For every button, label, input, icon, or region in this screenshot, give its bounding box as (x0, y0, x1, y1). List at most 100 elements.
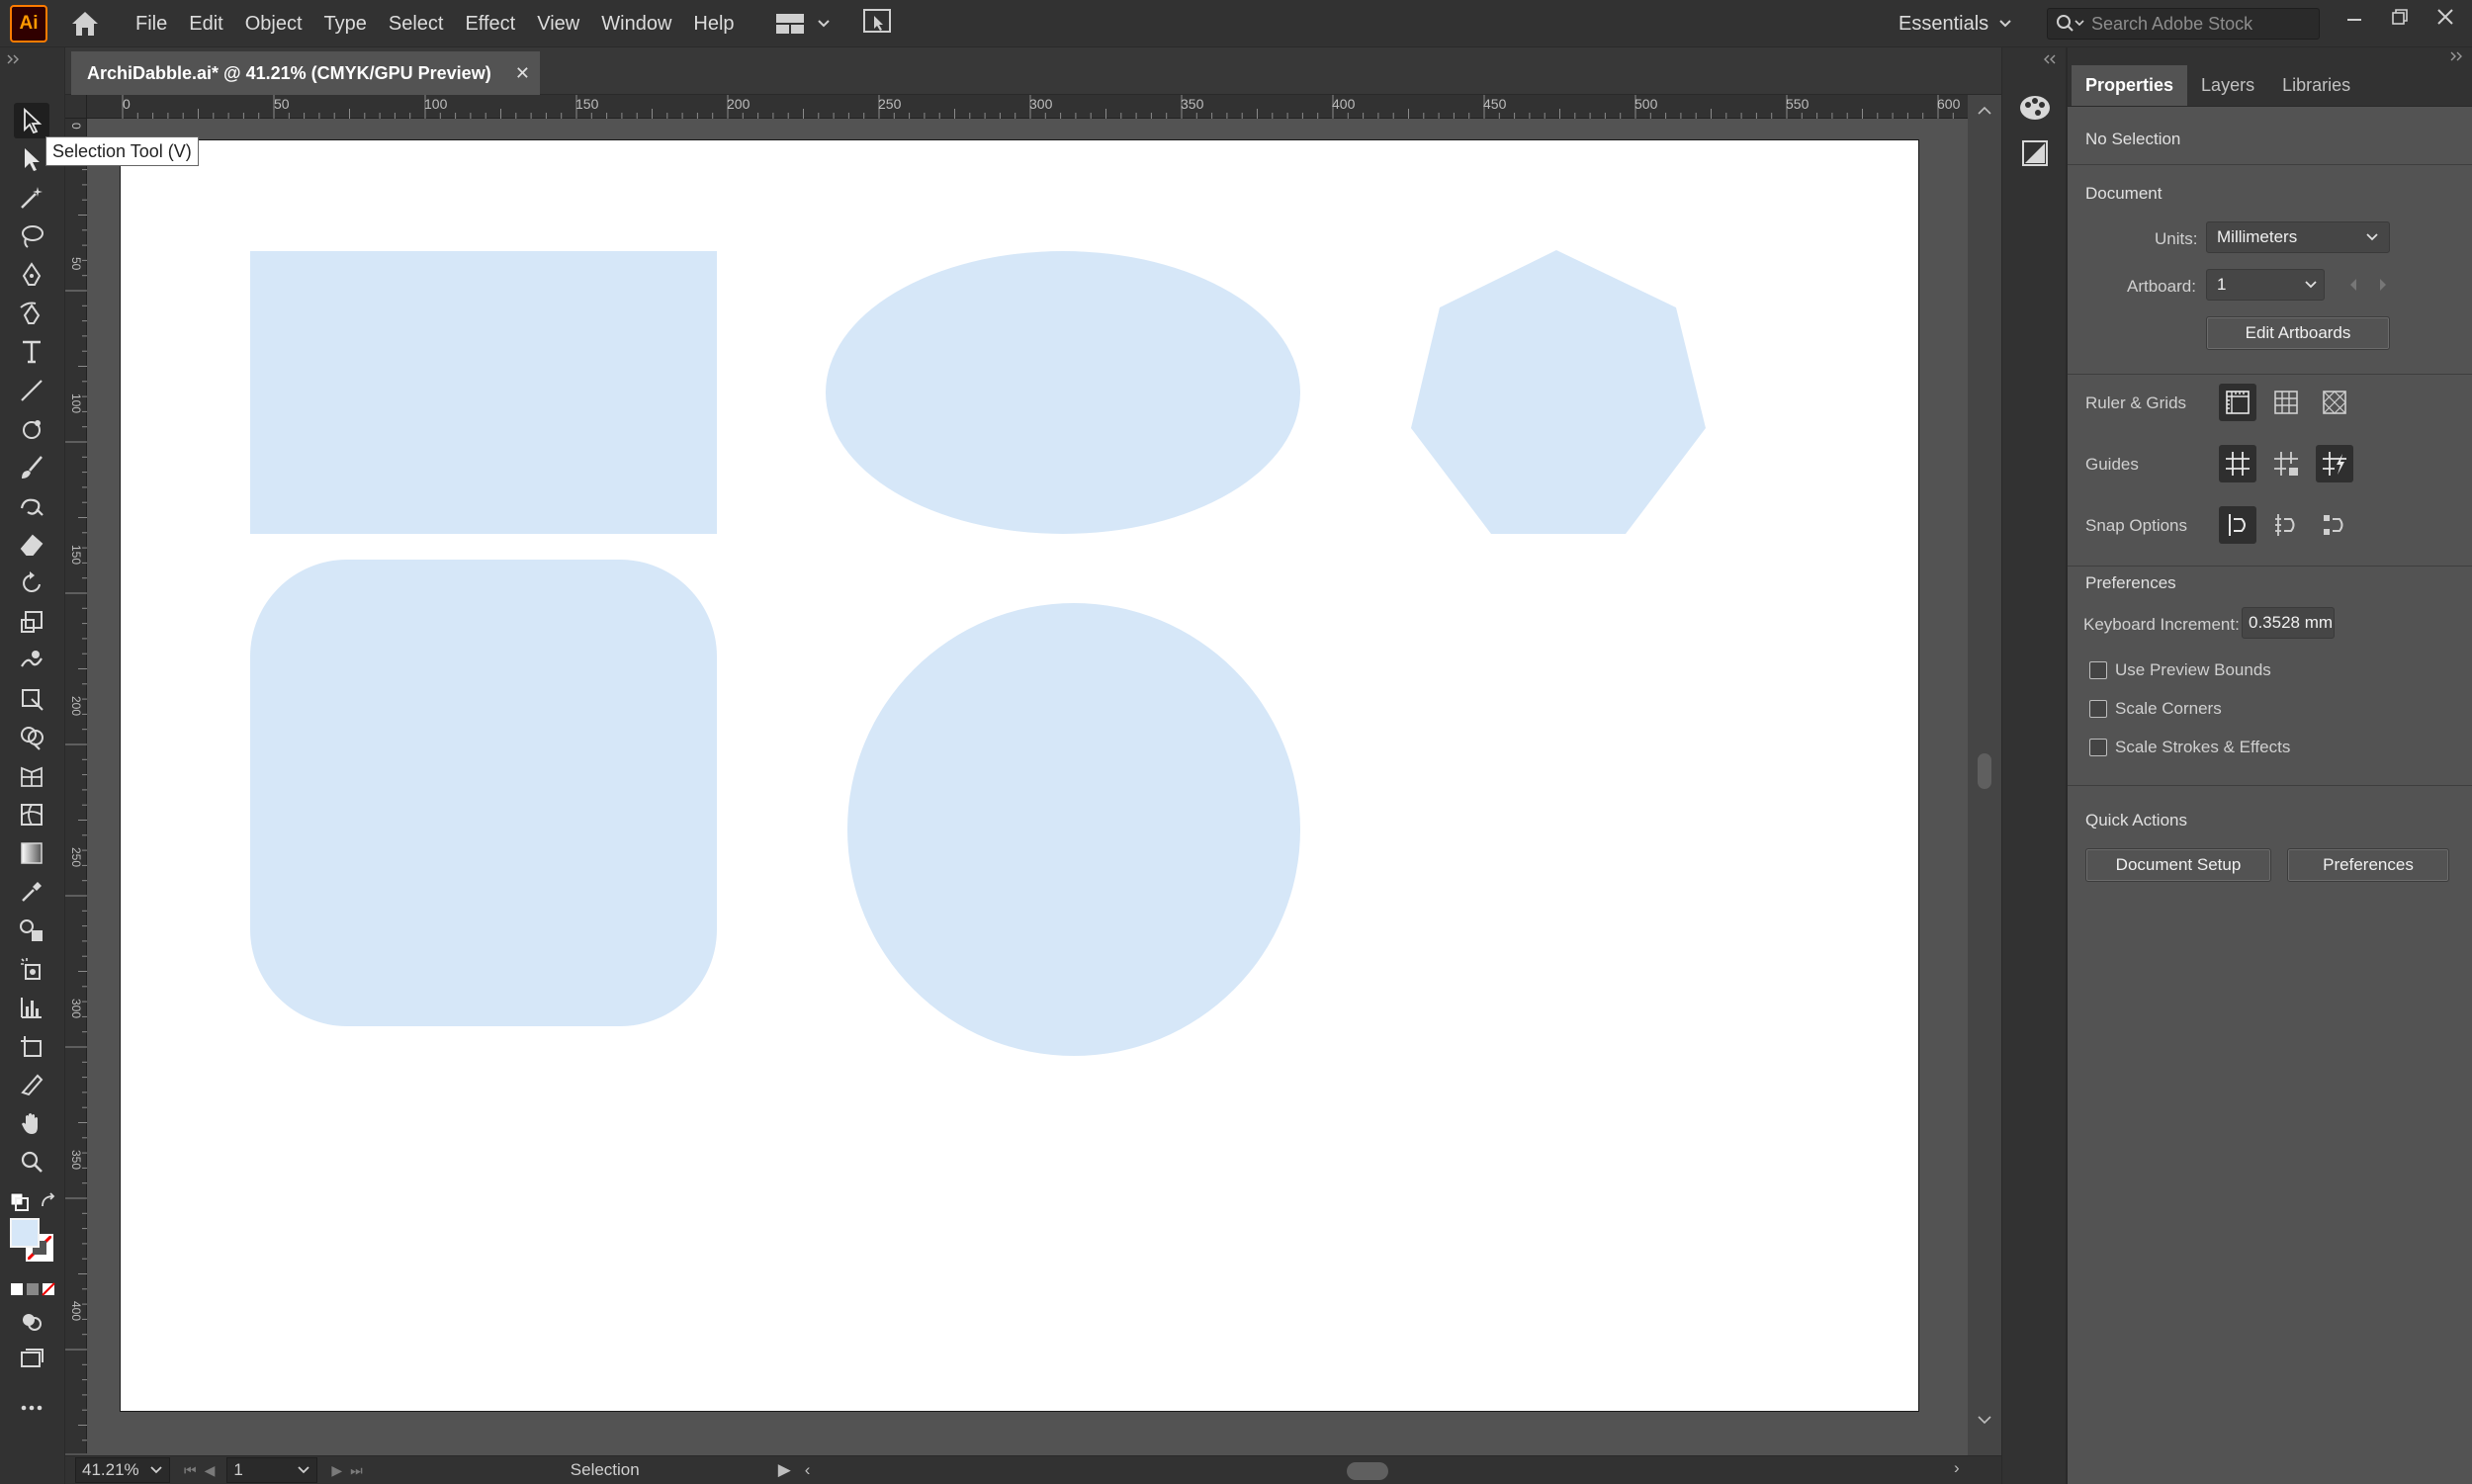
menu-type[interactable]: Type (313, 0, 378, 47)
grid-toggle[interactable] (2267, 384, 2305, 421)
keyboard-increment-input[interactable]: 0.3528 mm (2242, 607, 2335, 639)
default-fill-stroke-icon[interactable] (10, 1192, 30, 1217)
restore-button[interactable] (2377, 0, 2423, 34)
use-preview-bounds-checkbox[interactable] (2089, 661, 2107, 679)
snap-to-point-toggle[interactable] (2219, 506, 2256, 544)
artboard-navigation-field[interactable]: 1 (226, 1457, 318, 1483)
scale-strokes-effects-checkbox[interactable] (2089, 739, 2107, 756)
slice-tool[interactable] (14, 1067, 49, 1102)
rectangle-shape[interactable] (250, 251, 717, 534)
gpu-performance-button[interactable] (862, 7, 892, 40)
menu-file[interactable]: File (125, 0, 178, 47)
screen-mode-tool[interactable] (14, 1341, 49, 1376)
ellipse-shape[interactable] (826, 251, 1300, 534)
search-stock-field[interactable] (2047, 8, 2320, 40)
first-artboard-icon[interactable]: ⏮ (184, 1462, 197, 1479)
scroll-right-icon[interactable]: › (1954, 1458, 1960, 1478)
minimize-button[interactable] (2332, 0, 2377, 34)
selection-tool[interactable] (14, 103, 49, 138)
previous-artboard-icon[interactable]: ◀ (205, 1462, 216, 1479)
close-tab-icon[interactable]: ✕ (515, 63, 530, 84)
tab-properties[interactable]: Properties (2072, 65, 2188, 106)
gradient-tool[interactable] (14, 835, 49, 871)
smart-guides-toggle[interactable] (2316, 445, 2353, 482)
scale-tool[interactable] (14, 604, 49, 640)
document-tab[interactable]: ArchiDabble.ai* @ 41.21% (CMYK/GPU Previ… (71, 51, 540, 95)
snap-to-pixel-toggle[interactable] (2316, 506, 2353, 544)
units-dropdown[interactable]: Millimeters (2206, 221, 2390, 253)
color-mode-icons[interactable] (10, 1281, 57, 1302)
previous-artboard-icon[interactable] (2346, 277, 2360, 293)
menu-select[interactable]: Select (378, 0, 455, 47)
rotate-tool[interactable] (14, 566, 49, 601)
magic-wand-tool[interactable] (14, 180, 49, 216)
next-artboard-icon[interactable] (2376, 277, 2390, 293)
menu-view[interactable]: View (526, 0, 590, 47)
hand-tool[interactable] (14, 1105, 49, 1141)
eyedropper-tool[interactable] (14, 874, 49, 910)
document-canvas[interactable] (87, 119, 1968, 1455)
search-stock-input[interactable] (2091, 13, 2309, 35)
rulers-toggle[interactable] (2219, 384, 2256, 421)
image-trace-icon[interactable] (2016, 134, 2054, 172)
fill-swatch[interactable] (10, 1218, 40, 1248)
drawing-mode-tool[interactable] (14, 1303, 49, 1339)
fill-stroke-swatch[interactable] (10, 1218, 55, 1264)
close-window-button[interactable] (2423, 0, 2468, 34)
scroll-left-icon[interactable]: ‹ (805, 1460, 811, 1480)
menu-effect[interactable]: Effect (454, 0, 526, 47)
column-graph-tool[interactable] (14, 990, 49, 1025)
menu-object[interactable]: Object (234, 0, 313, 47)
snap-to-grid-toggle[interactable] (2267, 506, 2305, 544)
next-artboard-icon[interactable]: ▶ (331, 1462, 342, 1479)
color-themes-icon[interactable] (2016, 89, 2054, 127)
workspace-switcher[interactable]: Essentials (1898, 0, 2012, 47)
vertical-scroll-thumb[interactable] (1978, 753, 1991, 789)
menu-window[interactable]: Window (590, 0, 682, 47)
horizontal-ruler[interactable]: 0 50 100 150 200 250 300 350 400 450 500… (87, 95, 1968, 119)
edit-toolbar-button[interactable] (14, 1390, 49, 1426)
type-tool[interactable] (14, 334, 49, 370)
pen-tool[interactable] (14, 257, 49, 293)
scale-corners-checkbox[interactable] (2089, 700, 2107, 718)
arrange-documents-button[interactable] (775, 13, 831, 35)
vertical-scrollbar[interactable] (1968, 95, 2001, 1455)
tab-layers[interactable]: Layers (2187, 75, 2268, 106)
status-menu-icon[interactable]: ▶ (778, 1460, 791, 1480)
collapse-panel-icon[interactable] (2448, 51, 2464, 61)
ruler-origin[interactable] (65, 95, 87, 119)
free-transform-tool[interactable] (14, 681, 49, 717)
shaper-tool[interactable] (14, 488, 49, 524)
collapse-toolbar-icon[interactable] (6, 51, 24, 69)
heptagon-shape[interactable] (1411, 250, 1706, 534)
document-setup-button[interactable]: Document Setup (2085, 848, 2271, 882)
curvature-tool[interactable] (14, 296, 49, 331)
transparency-grid-toggle[interactable] (2316, 384, 2353, 421)
lock-guides-toggle[interactable] (2267, 445, 2305, 482)
blend-tool[interactable] (14, 913, 49, 948)
mesh-tool[interactable] (14, 797, 49, 832)
zoom-level-field[interactable]: 41.21% (75, 1457, 170, 1483)
last-artboard-icon[interactable]: ⏭ (350, 1462, 363, 1479)
horizontal-scroll-thumb[interactable] (1347, 1462, 1388, 1480)
menu-help[interactable]: Help (682, 0, 745, 47)
zoom-tool[interactable] (14, 1144, 49, 1179)
eraser-tool[interactable] (14, 527, 49, 563)
tab-libraries[interactable]: Libraries (2268, 75, 2364, 106)
symbol-sprayer-tool[interactable] (14, 951, 49, 987)
artboard-dropdown[interactable]: 1 (2206, 269, 2325, 301)
perspective-grid-tool[interactable] (14, 758, 49, 794)
artboard-tool[interactable] (14, 1028, 49, 1064)
line-segment-tool[interactable] (14, 373, 49, 408)
shape-builder-tool[interactable] (14, 720, 49, 755)
menu-edit[interactable]: Edit (178, 0, 233, 47)
lasso-tool[interactable] (14, 218, 49, 254)
shape-tool[interactable] (14, 411, 49, 447)
artboard[interactable] (120, 139, 1919, 1412)
warp-tool[interactable] (14, 643, 49, 678)
paintbrush-tool[interactable] (14, 450, 49, 485)
rounded-rectangle-shape[interactable] (250, 560, 717, 1026)
collapse-dock-icon[interactable] (2042, 51, 2058, 69)
preferences-button[interactable]: Preferences (2287, 848, 2449, 882)
direct-selection-tool[interactable] (14, 141, 49, 177)
